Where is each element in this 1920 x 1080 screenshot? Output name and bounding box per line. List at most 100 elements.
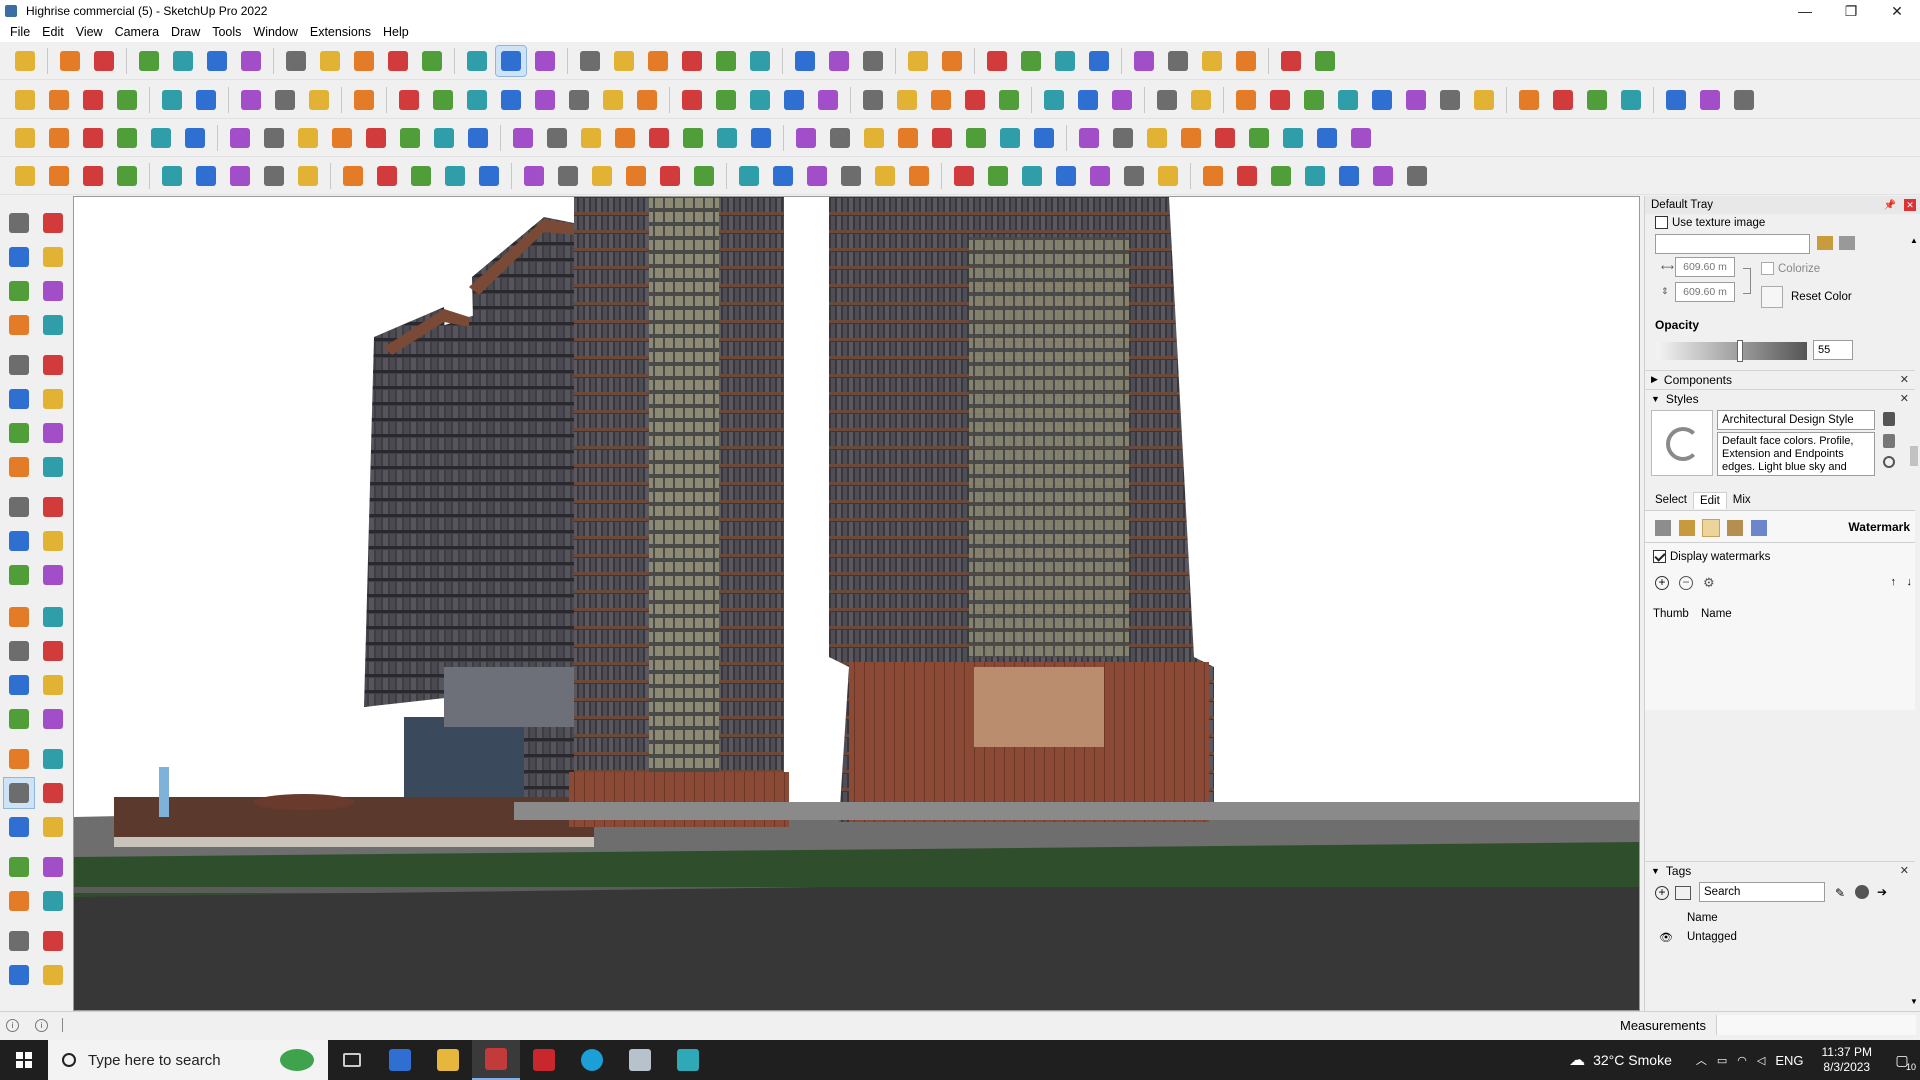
toolbar-tool-button[interactable] bbox=[508, 123, 538, 153]
tag-item-untagged[interactable]: Untagged bbox=[1687, 931, 1737, 943]
palette-tool-button[interactable] bbox=[38, 960, 68, 990]
style-thumbnail[interactable] bbox=[1651, 410, 1713, 476]
palette-tool-button[interactable] bbox=[4, 926, 34, 956]
toolbar-tool-button[interactable] bbox=[609, 46, 639, 76]
toolbar-tool-button[interactable] bbox=[429, 123, 459, 153]
toolbar-tool-button[interactable] bbox=[677, 85, 707, 115]
refresh-icon[interactable] bbox=[1883, 456, 1895, 468]
toolbar-tool-button[interactable] bbox=[112, 85, 142, 115]
toolbar-tool-button[interactable] bbox=[655, 161, 685, 191]
toolbar-tool-button[interactable] bbox=[1312, 123, 1342, 153]
tag-pencil-icon[interactable]: ✎ bbox=[1835, 886, 1845, 900]
toolbar-tool-button[interactable] bbox=[417, 46, 447, 76]
credits-icon[interactable]: i bbox=[35, 1018, 48, 1032]
file-explorer-app-icon[interactable] bbox=[424, 1040, 472, 1080]
tags-search-input[interactable]: Search bbox=[1699, 882, 1825, 902]
toolbar-tool-button[interactable] bbox=[1661, 85, 1691, 115]
toolbar-tool-button[interactable] bbox=[327, 123, 357, 153]
toolbar-tool-button[interactable] bbox=[1266, 161, 1296, 191]
model-viewport[interactable] bbox=[73, 196, 1640, 1011]
toolbar-tool-button[interactable] bbox=[960, 85, 990, 115]
toolbar-tool-button[interactable] bbox=[1197, 46, 1227, 76]
toolbar-tool-button[interactable] bbox=[610, 123, 640, 153]
toolbar-tool-button[interactable] bbox=[157, 161, 187, 191]
toolbar-tool-button[interactable] bbox=[1129, 46, 1159, 76]
toolbar-tool-button[interactable] bbox=[1435, 85, 1465, 115]
taskbar-search[interactable]: Type here to search bbox=[48, 1040, 328, 1080]
toolbar-tool-button[interactable] bbox=[191, 85, 221, 115]
toolbar-tool-button[interactable] bbox=[745, 46, 775, 76]
toolbar-tool-button[interactable] bbox=[824, 46, 854, 76]
palette-tool-button[interactable] bbox=[38, 350, 68, 380]
chevron-up-icon[interactable]: ︿ bbox=[1696, 1052, 1707, 1068]
palette-tool-button[interactable] bbox=[4, 602, 34, 632]
toolbar-tool-button[interactable] bbox=[1153, 161, 1183, 191]
tags-close-icon[interactable]: ✕ bbox=[1900, 864, 1909, 877]
menu-tools[interactable]: Tools bbox=[206, 25, 247, 39]
toolbar-tool-button[interactable] bbox=[644, 123, 674, 153]
toolbar-tool-button[interactable] bbox=[927, 123, 957, 153]
toolbar-tool-button[interactable] bbox=[892, 85, 922, 115]
toolbar-tool-button[interactable] bbox=[712, 123, 742, 153]
toolbar-tool-button[interactable] bbox=[1073, 85, 1103, 115]
toolbar-tool-button[interactable] bbox=[802, 161, 832, 191]
use-texture-checkbox[interactable] bbox=[1655, 216, 1668, 229]
style-name-field[interactable]: Architectural Design Style bbox=[1717, 410, 1875, 430]
display-watermarks-checkbox[interactable] bbox=[1653, 550, 1666, 563]
toolbar-tool-button[interactable] bbox=[1074, 123, 1104, 153]
toolbar-tool-button[interactable] bbox=[1016, 46, 1046, 76]
toolbar-tool-button[interactable] bbox=[293, 161, 323, 191]
edge-browser-icon[interactable] bbox=[568, 1040, 616, 1080]
toolbar-tool-button[interactable] bbox=[474, 161, 504, 191]
toolbar-tool-button[interactable] bbox=[903, 46, 933, 76]
toolbar-tool-button[interactable] bbox=[858, 46, 888, 76]
toolbar-tool-button[interactable] bbox=[259, 161, 289, 191]
palette-tool-button[interactable] bbox=[38, 704, 68, 734]
toolbar-tool-button[interactable] bbox=[10, 85, 40, 115]
palette-tool-button[interactable] bbox=[4, 670, 34, 700]
palette-tool-button[interactable] bbox=[4, 526, 34, 556]
palette-tool-button[interactable] bbox=[4, 886, 34, 916]
create-style-icon[interactable] bbox=[1883, 412, 1895, 426]
toolbar-tool-button[interactable] bbox=[1333, 85, 1363, 115]
language-indicator[interactable]: ENG bbox=[1775, 1053, 1803, 1068]
toolbar-tool-button[interactable] bbox=[575, 46, 605, 76]
toolbar-tool-button[interactable] bbox=[1232, 161, 1262, 191]
toolbar-tool-button[interactable] bbox=[1198, 161, 1228, 191]
toolbar-tool-button[interactable] bbox=[1119, 161, 1149, 191]
toolbar-tool-button[interactable] bbox=[270, 85, 300, 115]
geo-location-icon[interactable]: i bbox=[6, 1018, 19, 1032]
toolbar-tool-button[interactable] bbox=[1310, 46, 1340, 76]
palette-tool-button[interactable] bbox=[4, 960, 34, 990]
toolbar-tool-button[interactable] bbox=[1514, 85, 1544, 115]
palette-tool-button[interactable] bbox=[4, 384, 34, 414]
toolbar-tool-button[interactable] bbox=[587, 161, 617, 191]
tab-edit[interactable]: Edit bbox=[1692, 492, 1727, 509]
components-section[interactable]: ▶ Components ✕ bbox=[1645, 370, 1915, 388]
toolbar-tool-button[interactable] bbox=[1278, 123, 1308, 153]
styles-close-icon[interactable]: ✕ bbox=[1900, 392, 1909, 405]
toolbar-tool-button[interactable] bbox=[1231, 85, 1261, 115]
reset-color-row[interactable]: Reset Color bbox=[1761, 286, 1852, 308]
opacity-slider-handle[interactable] bbox=[1737, 340, 1743, 362]
toolbar-tool-button[interactable] bbox=[394, 85, 424, 115]
colorize-checkbox[interactable] bbox=[1761, 262, 1774, 275]
toolbar-tool-button[interactable] bbox=[995, 123, 1025, 153]
edge-settings-icon[interactable] bbox=[1655, 520, 1671, 536]
toolbar-tool-button[interactable] bbox=[858, 85, 888, 115]
volume-icon[interactable]: ◁ bbox=[1757, 1054, 1765, 1067]
close-button[interactable]: ✕ bbox=[1874, 0, 1920, 22]
palette-tool-button[interactable] bbox=[4, 276, 34, 306]
palette-tool-button[interactable] bbox=[4, 242, 34, 272]
menu-help[interactable]: Help bbox=[377, 25, 415, 39]
toolbar-tool-button[interactable] bbox=[293, 123, 323, 153]
style-description-field[interactable]: Default face colors. Profile, Extension … bbox=[1717, 432, 1875, 476]
toolbar-tool-button[interactable] bbox=[236, 85, 266, 115]
toolbar-tool-button[interactable] bbox=[383, 46, 413, 76]
toolbar-tool-button[interactable] bbox=[1017, 161, 1047, 191]
palette-tool-button[interactable] bbox=[38, 852, 68, 882]
palette-tool-button[interactable] bbox=[38, 526, 68, 556]
toolbar-tool-button[interactable] bbox=[395, 123, 425, 153]
toolbar-tool-button[interactable] bbox=[10, 46, 40, 76]
toolbar-tool-button[interactable] bbox=[1152, 85, 1182, 115]
